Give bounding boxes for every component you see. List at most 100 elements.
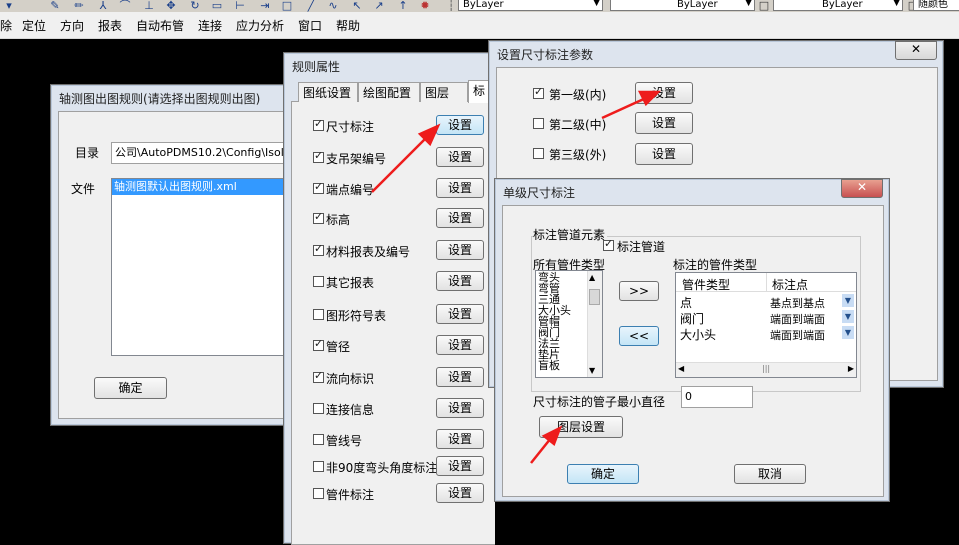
rect-icon[interactable]: □ [280, 0, 294, 11]
level3-setting-button[interactable]: 设置 [635, 143, 693, 165]
rule-checkbox[interactable] [313, 242, 324, 256]
scroll-up-icon[interactable]: ▲ [589, 273, 595, 282]
row-dropdown-icon[interactable]: ▼ [842, 326, 854, 339]
rule-checkbox[interactable] [313, 149, 324, 163]
fire-icon[interactable]: ✹ [418, 0, 432, 11]
rotate-icon[interactable]: ↻ [188, 0, 202, 11]
level1-checkbox[interactable] [533, 85, 544, 99]
level3-checkbox[interactable] [533, 148, 544, 159]
rule-setting-button[interactable]: 设置 [436, 271, 484, 291]
table-row[interactable]: 点基点到基点 ▼ [676, 293, 856, 310]
rule-setting-button[interactable]: 设置 [436, 483, 484, 503]
rule-checkbox[interactable] [313, 369, 324, 383]
menu-help[interactable]: 帮助 [336, 17, 360, 34]
level2-setting-button[interactable]: 设置 [635, 112, 693, 134]
menu-auto-piping[interactable]: 自动布管 [136, 17, 184, 34]
type-list-item[interactable]: 盲板 [538, 360, 571, 371]
dropdown-arrow-icon[interactable]: ▾ [2, 0, 16, 11]
rule-checkbox[interactable] [313, 403, 324, 414]
color-combo[interactable]: 随颜色 [913, 0, 959, 11]
menu-direction[interactable]: 方向 [60, 17, 84, 34]
draw-icon[interactable]: ✎ [48, 0, 62, 11]
rule-setting-button[interactable]: 设置 [436, 208, 484, 228]
lineweight-combo[interactable]: ByLayer ▼ [610, 0, 755, 11]
marked-types-table[interactable]: 管件类型 标注点 点基点到基点 ▼ 阀门 端面到端面 ▼ 大小头 端面到端面 ▼ ◀ ||| … [675, 272, 857, 378]
close-icon[interactable]: ✕ [895, 41, 937, 60]
min-diameter-input[interactable]: 0 [681, 386, 753, 408]
list-scrollbar[interactable]: ▲ ▼ [587, 271, 602, 377]
rule-setting-button[interactable]: 设置 [436, 115, 484, 135]
scroll-left-icon[interactable]: ◀ [678, 364, 684, 373]
file-list-item[interactable]: 轴测图默认出图规则.xml [112, 179, 300, 195]
rule-setting-button[interactable]: 设置 [436, 178, 484, 198]
add-type-button[interactable]: >> [619, 281, 659, 301]
tab-layer[interactable]: 图层 [420, 82, 468, 102]
rule-setting-button[interactable]: 设置 [436, 398, 484, 418]
rule-setting-button[interactable]: 设置 [436, 456, 484, 476]
pointer-icon[interactable]: ↑ [396, 0, 410, 11]
scroll-down-icon[interactable]: ▼ [589, 366, 595, 375]
arrow-up-icon[interactable]: ↗ [372, 0, 386, 11]
row-dropdown-icon[interactable]: ▼ [842, 310, 854, 323]
rule-checkbox[interactable] [313, 210, 324, 224]
rule-setting-button[interactable]: 设置 [436, 147, 484, 167]
ok-button[interactable]: 确定 [567, 464, 639, 484]
rule-checkbox[interactable] [313, 180, 324, 194]
level1-setting-button[interactable]: 设置 [635, 82, 693, 104]
rule-checkbox[interactable] [313, 461, 324, 472]
menu-window[interactable]: 窗口 [298, 17, 322, 34]
box-icon[interactable]: ▭ [210, 0, 224, 11]
menu-position[interactable]: 定位 [22, 17, 46, 34]
plotstyle-combo[interactable]: ByLayer ▼ [773, 0, 903, 11]
line-icon[interactable]: ╱ [304, 0, 318, 11]
mark-pipe-checkbox[interactable] [603, 237, 614, 251]
close-icon[interactable]: ✕ [841, 179, 883, 198]
ok-button[interactable]: 确定 [94, 377, 167, 399]
all-types-list[interactable]: 弯头 弯管 三通 大小头 管帽 阀门 法兰 垫片 盲板 ▲ ▼ [535, 270, 603, 378]
menu-report[interactable]: 报表 [98, 17, 122, 34]
layer-setting-button[interactable]: 图层设置 [539, 416, 623, 438]
bend-icon[interactable]: ⌒ [118, 0, 132, 11]
col-header-type[interactable]: 管件类型 [682, 276, 730, 293]
rule-checkbox[interactable] [313, 309, 324, 320]
linetype-combo[interactable]: ByLayer ▼ [458, 0, 603, 11]
rule-setting-button[interactable]: 设置 [436, 429, 484, 449]
tab-drawing-settings[interactable]: 图纸设置 [298, 82, 358, 102]
table-row[interactable]: 大小头 端面到端面 ▼ [676, 325, 856, 343]
row-point[interactable]: 端面到端面 [770, 327, 825, 343]
col-header-point[interactable]: 标注点 [772, 276, 808, 293]
tee-icon[interactable]: ⊥ [142, 0, 156, 11]
row-dropdown-icon[interactable]: ▼ [842, 294, 854, 307]
ruler-icon[interactable]: ⊢ [233, 0, 247, 11]
cancel-button[interactable]: 取消 [734, 464, 806, 484]
rule-checkbox[interactable] [313, 276, 324, 287]
rule-setting-button[interactable]: 设置 [436, 240, 484, 260]
arrow-icon[interactable]: ↖ [350, 0, 364, 11]
rule-setting-button[interactable]: 设置 [436, 304, 484, 324]
all-types-items: 弯头 弯管 三通 大小头 管帽 阀门 法兰 垫片 盲板 [538, 272, 571, 371]
menu-connect[interactable]: 连接 [198, 17, 222, 34]
dir-input[interactable]: 公司\AutoPDMS10.2\Config\Isol [111, 142, 301, 164]
pencil-icon[interactable]: ✏ [72, 0, 86, 11]
scroll-right-icon[interactable]: ▶ [848, 364, 854, 373]
horizontal-scrollbar[interactable]: ◀ ||| ▶ [676, 362, 856, 377]
file-list[interactable]: 轴测图默认出图规则.xml [111, 178, 301, 356]
dim-icon[interactable]: ⇥ [258, 0, 272, 11]
rule-checkbox[interactable] [313, 488, 324, 499]
scroll-thumb[interactable] [589, 289, 600, 305]
table-row[interactable]: 阀门 端面到端面 ▼ [676, 309, 856, 326]
rule-setting-button[interactable]: 设置 [436, 335, 484, 355]
tab-draw-config[interactable]: 绘图配置 [358, 82, 420, 102]
level2-checkbox[interactable] [533, 118, 544, 129]
curve-icon[interactable]: ∿ [326, 0, 340, 11]
menu-delete[interactable]: 除 [0, 17, 12, 34]
rule-setting-button[interactable]: 设置 [436, 367, 484, 387]
rule-checkbox[interactable] [313, 434, 324, 445]
menu-stress-analysis[interactable]: 应力分析 [236, 17, 284, 34]
remove-type-button[interactable]: << [619, 326, 659, 346]
pipe-icon[interactable]: ⅄ [96, 0, 110, 11]
rule-checkbox[interactable] [313, 117, 324, 131]
move-icon[interactable]: ✥ [164, 0, 178, 11]
square-icon[interactable]: □ [757, 0, 771, 11]
rule-checkbox[interactable] [313, 337, 324, 351]
